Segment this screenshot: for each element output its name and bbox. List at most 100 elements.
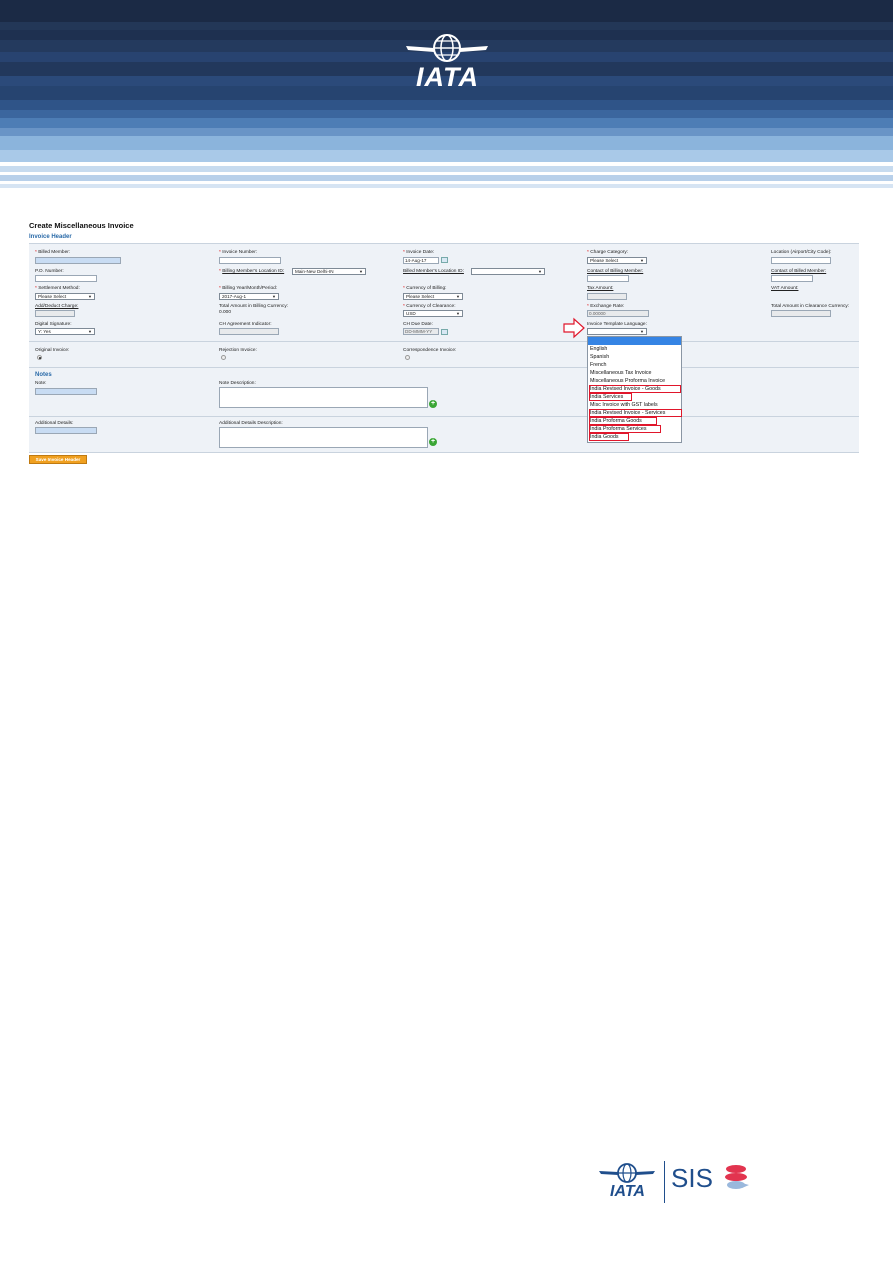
highlight-box — [589, 385, 681, 393]
currency-billing-label: * Currency of Billing: — [403, 286, 447, 291]
tax-amount-input — [587, 293, 627, 300]
original-invoice-radio[interactable] — [37, 355, 42, 360]
template-language-dropdown[interactable]: English Spanish French Miscellaneous Tax… — [587, 336, 682, 443]
dropdown-option[interactable]: Spanish — [590, 354, 609, 360]
contact-billed-member-input[interactable] — [771, 275, 813, 282]
ch-due-date-label: CH Due Date: — [403, 322, 433, 327]
tax-amount-label[interactable]: Tax Amount: — [587, 286, 613, 291]
dropdown-arrow-icon: ▼ — [359, 269, 363, 274]
iata-footer-text: IATA — [610, 1183, 645, 1200]
template-language-select[interactable]: ▼ — [587, 328, 647, 335]
ch-agreement-label: CH Agreement Indicator: — [219, 322, 272, 327]
note-description-label: Note Description: — [219, 381, 256, 386]
currency-clearance-select[interactable]: USD ▼ — [403, 310, 463, 317]
highlight-box — [589, 433, 629, 441]
dropdown-arrow-icon: ▼ — [88, 294, 92, 299]
notes-section: Notes Note: Note Description: + — [29, 367, 859, 417]
additional-details-description-textarea[interactable] — [219, 427, 428, 448]
digital-signature-label: Digital Signature: — [35, 322, 72, 327]
settlement-method-label: * Settlement Method: — [35, 286, 80, 291]
add-note-icon[interactable]: + — [429, 400, 437, 408]
dropdown-arrow-icon: ▼ — [456, 311, 460, 316]
invoice-type-section: Original Invoice: Rejection Invoice: Cor… — [29, 341, 859, 368]
billed-member-location-select[interactable]: ▼ — [471, 268, 545, 275]
po-number-input[interactable] — [35, 275, 97, 282]
location-label: Location (Airport/City Code): — [771, 250, 832, 255]
dropdown-selected-option[interactable] — [588, 337, 681, 345]
sis-swirl-icon — [725, 1165, 749, 1189]
footer-divider — [664, 1161, 665, 1203]
highlight-box — [589, 417, 657, 425]
exchange-rate-input: 0.00000 — [587, 310, 649, 317]
additional-details-input[interactable] — [35, 427, 97, 434]
currency-billing-select[interactable]: Please Select ▼ — [403, 293, 463, 300]
sis-footer-text: SIS — [671, 1163, 713, 1193]
billing-year-select[interactable]: 2017-Aug-1 ▼ — [219, 293, 279, 300]
footer-logo: IATA SIS — [598, 1160, 758, 1206]
rejection-invoice-radio[interactable] — [221, 355, 226, 360]
billed-member-location-label[interactable]: Billed Member's Location ID: — [403, 269, 464, 274]
total-billing-label: Total Amount in Billing Currency: — [219, 304, 289, 309]
dropdown-option[interactable]: French — [590, 362, 607, 368]
billed-member-label: * Billed Member: — [35, 250, 71, 255]
invoice-header-heading: Invoice Header — [29, 234, 72, 240]
iata-globe-icon — [599, 1163, 655, 1183]
iata-logo-text: IATA — [416, 62, 479, 92]
dropdown-arrow-icon: ▼ — [640, 329, 644, 334]
iata-globe-logo — [406, 34, 488, 62]
rejection-invoice-label: Rejection Invoice: — [219, 348, 257, 353]
additional-details-label: Additional Details: — [35, 421, 74, 426]
dropdown-arrow-icon: ▼ — [538, 269, 542, 274]
add-deduct-charge-label[interactable]: Add/Deduct Charge: — [35, 304, 78, 309]
charge-category-label: * Charge Category: — [587, 250, 629, 255]
additional-details-description-label: Additional Details Description: — [219, 421, 283, 426]
dropdown-option[interactable]: Miscellaneous Tax Invoice — [590, 370, 651, 376]
billing-member-location-select[interactable]: Main-New Delhi-IN ▼ — [292, 268, 366, 275]
arrow-annotation-icon — [563, 317, 585, 339]
contact-billing-member-label[interactable]: Contact of Billing Member: — [587, 269, 643, 274]
dropdown-option[interactable]: Miscellaneous Proforma Invoice — [590, 378, 665, 384]
dropdown-arrow-icon: ▼ — [272, 294, 276, 299]
template-language-label: Invoice Template Language: — [587, 322, 647, 327]
correspondence-invoice-radio[interactable] — [405, 355, 410, 360]
note-description-textarea[interactable] — [219, 387, 428, 408]
billed-member-input[interactable] — [35, 257, 121, 264]
invoice-date-label: * Invoice Date: — [403, 250, 435, 255]
note-input[interactable] — [35, 388, 97, 395]
total-clearance-label: Total Amount in Clearance Currency: — [771, 304, 850, 309]
save-invoice-header-button[interactable]: Save Invoice Header — [29, 455, 87, 464]
additional-details-section: Additional Details: Additional Details D… — [29, 416, 859, 453]
highlight-box — [589, 409, 682, 417]
charge-category-select[interactable]: Please Select ▼ — [587, 257, 647, 264]
settlement-method-select[interactable]: Please Select ▼ — [35, 293, 95, 300]
dropdown-option[interactable]: English — [590, 346, 607, 352]
ch-agreement-input — [219, 328, 279, 335]
contact-billing-member-input[interactable] — [587, 275, 629, 282]
vat-amount-label[interactable]: VAT Amount: — [771, 286, 798, 291]
invoice-number-input[interactable] — [219, 257, 281, 264]
total-billing-value: 0.000 — [219, 310, 232, 315]
header-banner: IATA — [0, 0, 893, 190]
billing-year-label: * Billing Year/Month/Period: — [219, 286, 278, 291]
calendar-icon[interactable] — [441, 257, 448, 263]
digital-signature-select[interactable]: Y: Yes ▼ — [35, 328, 95, 335]
location-input[interactable] — [771, 257, 831, 264]
contact-billed-member-label[interactable]: Contact of Billed Member: — [771, 269, 826, 274]
notes-heading: Notes — [35, 372, 52, 378]
total-clearance-input — [771, 310, 831, 317]
billing-member-location-label[interactable]: * Billing Member's Location ID: — [219, 269, 284, 274]
invoice-number-label: * Invoice Number: — [219, 250, 258, 255]
dropdown-arrow-icon: ▼ — [456, 294, 460, 299]
add-additional-details-icon[interactable]: + — [429, 438, 437, 446]
calendar-icon[interactable] — [441, 329, 448, 335]
invoice-date-input[interactable]: 14-Aug-17 — [403, 257, 439, 264]
ch-due-date-input[interactable]: DD-MMM-YY — [403, 328, 439, 335]
invoice-header-section: * Billed Member: * Invoice Number: * Inv… — [29, 243, 859, 342]
po-number-label: P.O. Number: — [35, 269, 64, 274]
highlight-box — [589, 393, 632, 401]
add-deduct-charge-input — [35, 310, 75, 317]
page-title: Create Miscellaneous Invoice — [29, 221, 134, 230]
original-invoice-label: Original Invoice: — [35, 348, 70, 353]
correspondence-invoice-label: Correspondence Invoice: — [403, 348, 457, 353]
dropdown-option[interactable]: Misc Invoice with GST labels — [590, 402, 658, 408]
